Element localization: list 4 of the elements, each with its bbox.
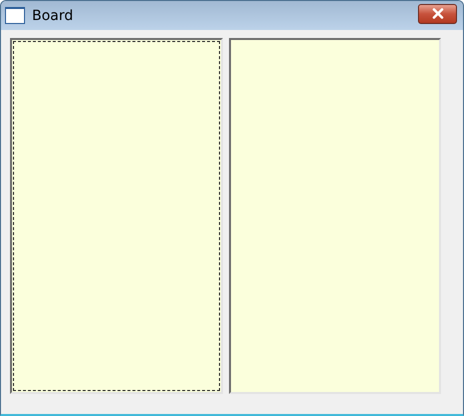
window-icon [5,7,25,24]
close-icon [432,8,444,19]
close-button[interactable] [418,4,457,24]
window-title: Board [32,8,74,24]
